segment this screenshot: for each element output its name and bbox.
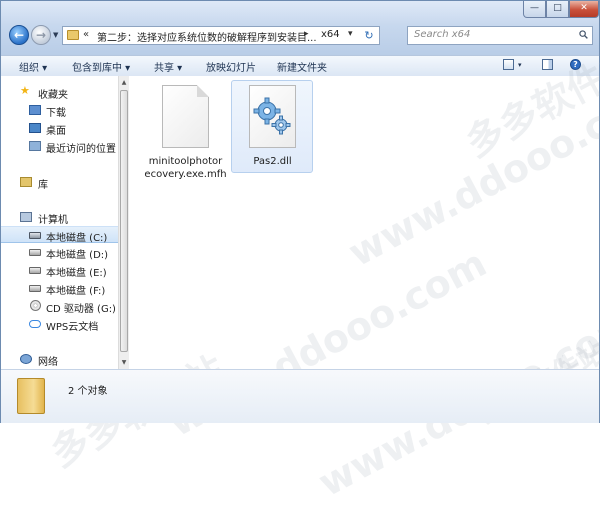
file-item[interactable]: minitoolphotor ecovery.exe.mfh (143, 83, 228, 193)
forward-button[interactable]: → (31, 25, 51, 45)
computer-icon (20, 212, 32, 222)
downloads-folder-icon (29, 105, 41, 115)
new-folder-button[interactable]: 新建文件夹 (277, 59, 327, 74)
search-input[interactable]: Search x64 (414, 29, 470, 40)
drive-icon (29, 249, 41, 256)
include-in-library-menu[interactable]: 包含到库中 ▾ (72, 59, 130, 74)
back-button[interactable]: ← (9, 25, 29, 45)
network-icon (20, 354, 32, 364)
sidebar-item-label: 桌面 (46, 126, 66, 137)
file-name-line2: ecovery.exe.mfh (144, 169, 227, 180)
scroll-thumb[interactable] (120, 90, 128, 352)
sidebar-item-label: WPS云文档 (46, 322, 99, 333)
forward-arrow-icon: → (35, 28, 47, 42)
sidebar-item-label: 计算机 (38, 215, 68, 226)
sidebar-item-drive-d[interactable]: 本地磁盘 (D:) (1, 244, 118, 261)
sidebar-item-label: 本地磁盘 (D:) (46, 250, 109, 261)
system-drive-icon (29, 232, 41, 239)
sidebar-item-label: CD 驱动器 (G:) (46, 304, 116, 315)
slideshow-button[interactable]: 放映幻灯片 (206, 59, 256, 74)
address-dropdown-icon[interactable]: ▾ (348, 29, 353, 39)
scroll-down-icon[interactable]: ▼ (120, 359, 128, 366)
breadcrumb-overflow-chevron[interactable]: « (83, 29, 89, 40)
share-menu[interactable]: 共享 ▾ (154, 59, 182, 74)
refresh-button[interactable]: ↻ (362, 28, 376, 43)
sidebar-item-libraries[interactable]: 库 (1, 174, 118, 191)
sidebar-item-favorites[interactable]: ★ 收藏夹 (1, 84, 118, 101)
navigation-pane: ★ 收藏夹 下载 桌面 最近访问的位置 库 计算机 本地磁盘 (C:) 本地磁盘… (1, 76, 118, 369)
maximize-button[interactable]: □ (546, 1, 569, 18)
sidebar-item-drive-e[interactable]: 本地磁盘 (E:) (1, 262, 118, 279)
cd-drive-icon (30, 300, 41, 311)
sidebar-item-label: 收藏夹 (38, 90, 68, 101)
search-box[interactable]: Search x64 (407, 26, 593, 45)
recent-places-icon (29, 141, 41, 151)
sidebar-item-cd-drive[interactable]: CD 驱动器 (G:) (1, 298, 118, 315)
change-view-icon[interactable] (503, 59, 514, 70)
sidebar-item-drive-f[interactable]: 本地磁盘 (F:) (1, 280, 118, 297)
sidebar-item-label: 本地磁盘 (C:) (46, 233, 108, 244)
explorer-window: — □ ✕ ← → ▼ « 第二步：选择对应系统位数的破解程序到安装目... ▸… (0, 0, 600, 505)
address-bar[interactable]: « 第二步：选择对应系统位数的破解程序到安装目... ▸ x64 ▾ ↻ (62, 26, 380, 45)
navigation-scrollbar[interactable]: ▲ ▼ (118, 76, 129, 369)
sidebar-item-label: 下载 (46, 108, 66, 119)
sidebar-item-label: 本地磁盘 (E:) (46, 268, 107, 279)
breadcrumb-parent[interactable]: 第二步：选择对应系统位数的破解程序到安装目... (97, 29, 317, 44)
sidebar-item-label: 库 (38, 180, 48, 191)
command-bar: 组织 ▾ 包含到库中 ▾ 共享 ▾ 放映幻灯片 新建文件夹 ▾ ? (1, 55, 599, 77)
help-icon[interactable]: ? (570, 59, 581, 70)
scroll-up-icon[interactable]: ▲ (120, 79, 128, 86)
sidebar-item-drive-c[interactable]: 本地磁盘 (C:) (1, 226, 118, 244)
sidebar-item-computer[interactable]: 计算机 (1, 209, 118, 226)
sidebar-item-recent-places[interactable]: 最近访问的位置 (1, 138, 118, 155)
recent-pages-dropdown-icon[interactable]: ▼ (53, 31, 58, 39)
page-fold (197, 85, 209, 97)
sidebar-item-label: 本地磁盘 (F:) (46, 286, 106, 297)
search-icon[interactable] (579, 30, 588, 39)
organize-menu[interactable]: 组织 ▾ (19, 59, 47, 74)
gears-icon (253, 97, 291, 135)
minimize-button[interactable]: — (523, 1, 546, 18)
drive-icon (29, 267, 41, 274)
file-item[interactable]: Pas2.dll (230, 83, 315, 173)
sidebar-item-downloads[interactable]: 下载 (1, 102, 118, 119)
folder-icon (17, 378, 45, 414)
drive-icon (29, 285, 41, 292)
sidebar-item-network[interactable]: 网络 (1, 351, 118, 368)
sidebar-item-label: 网络 (38, 357, 58, 368)
libraries-icon (20, 177, 32, 187)
sidebar-item-wps-cloud[interactable]: WPS云文档 (1, 316, 118, 333)
cloud-icon (29, 320, 41, 328)
dll-file-icon (249, 85, 296, 148)
sidebar-item-label: 最近访问的位置 (46, 144, 116, 155)
star-icon: ★ (20, 84, 30, 97)
breadcrumb-separator-icon[interactable]: ▸ (304, 29, 309, 39)
view-dropdown-icon[interactable]: ▾ (518, 61, 522, 69)
breadcrumb-current[interactable]: x64 (321, 29, 340, 40)
document-icon (162, 85, 209, 148)
folder-icon (67, 30, 79, 40)
details-pane: 2 个对象 (1, 369, 599, 423)
file-name-line1: minitoolphotor (148, 156, 223, 167)
preview-pane-icon[interactable] (542, 59, 553, 70)
sidebar-item-desktop[interactable]: 桌面 (1, 120, 118, 137)
item-count: 2 个对象 (68, 386, 108, 397)
file-name-line1: Pas2.dll (253, 156, 292, 167)
back-arrow-icon: ← (13, 28, 25, 42)
title-bar: — □ ✕ ← → ▼ « 第二步：选择对应系统位数的破解程序到安装目... ▸… (1, 1, 599, 55)
close-button[interactable]: ✕ (569, 1, 599, 18)
desktop-icon (29, 123, 41, 133)
